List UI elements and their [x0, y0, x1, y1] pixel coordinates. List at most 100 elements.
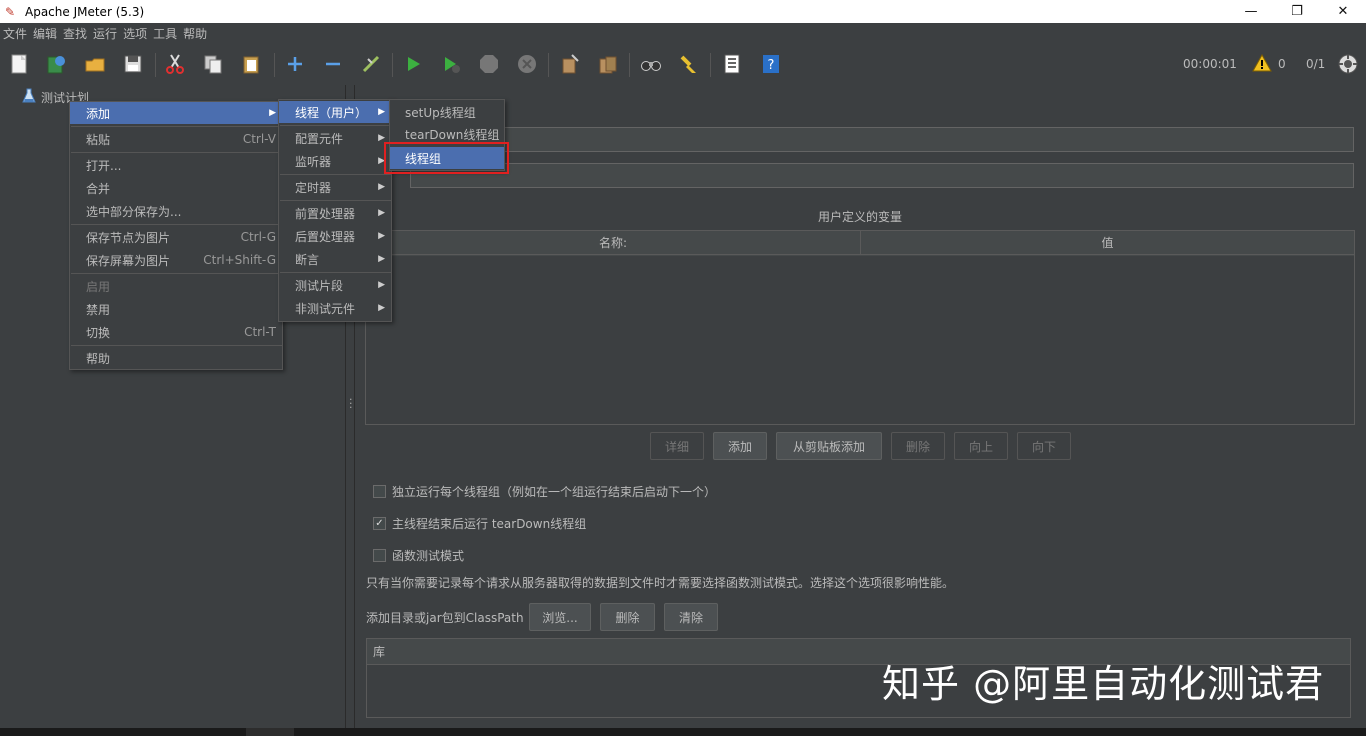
remote-status-icon[interactable]: [1337, 53, 1359, 78]
teardown-on-shutdown-option[interactable]: ✓ 主线程结束后运行 tearDown线程组: [373, 515, 586, 532]
watermark: 知乎 @阿里自动化测试君: [882, 662, 1325, 706]
taskbar-edge: [0, 728, 1366, 736]
menu-item-add[interactable]: 添加 ▶: [70, 102, 282, 124]
checkbox-checked[interactable]: ✓: [373, 517, 386, 530]
menu-help[interactable]: 帮助: [180, 23, 210, 45]
menu-item-label: 禁用: [86, 302, 111, 317]
restore-button[interactable]: ❐: [1274, 0, 1320, 23]
delete-button[interactable]: 删除: [891, 432, 945, 460]
menu-item-label: 定时器: [295, 180, 332, 195]
copy-icon[interactable]: [200, 51, 226, 77]
menu-item-label: 添加: [86, 106, 111, 121]
submenu-arrow-icon: ▶: [269, 108, 276, 118]
menu-item-label: 合并: [86, 181, 111, 196]
menu-item-test-fragment[interactable]: 测试片段 ▶: [279, 274, 391, 296]
start-no-pause-icon[interactable]: [438, 51, 464, 77]
shutdown-icon[interactable]: [514, 51, 540, 77]
menu-item-label: 前置处理器: [295, 206, 356, 221]
title-bar: ✎ Apache JMeter (5.3) — ❐ ✕: [0, 0, 1366, 23]
menu-item-merge[interactable]: 合并: [70, 177, 282, 199]
help-icon[interactable]: ?: [758, 51, 784, 77]
menu-item-save-selection-as[interactable]: 选中部分保存为...: [70, 200, 282, 222]
checkbox[interactable]: [373, 485, 386, 498]
user-vars-table[interactable]: 名称: 值: [365, 230, 1355, 425]
move-up-button[interactable]: 向上: [954, 432, 1008, 460]
new-icon[interactable]: [6, 51, 32, 77]
column-name-header[interactable]: 名称:: [366, 231, 861, 255]
submenu-arrow-icon: ▶: [378, 182, 385, 192]
comments-field[interactable]: [410, 163, 1354, 188]
warning-count: 0: [1278, 57, 1286, 71]
menu-item-label: 粘贴: [86, 132, 111, 147]
browse-button[interactable]: 浏览...: [529, 603, 591, 631]
reset-search-icon[interactable]: [676, 51, 702, 77]
menu-item-assertion[interactable]: 断言 ▶: [279, 248, 391, 270]
menu-edit[interactable]: 编辑: [30, 23, 60, 45]
menu-item-post-processor[interactable]: 后置处理器 ▶: [279, 225, 391, 247]
menu-options[interactable]: 选项: [120, 23, 150, 45]
menu-item-pre-processor[interactable]: 前置处理器 ▶: [279, 202, 391, 224]
menu-item-toggle[interactable]: 切换 Ctrl-T: [70, 321, 282, 343]
menu-item-threads[interactable]: 线程（用户） ▶: [279, 101, 391, 123]
menu-item-timer[interactable]: 定时器 ▶: [279, 176, 391, 198]
add-from-clipboard-button[interactable]: 从剪贴板添加: [776, 432, 882, 460]
menu-item-label: 打开...: [86, 158, 122, 173]
submenu-arrow-icon: ▶: [378, 231, 385, 241]
menu-item-non-test-elements[interactable]: 非测试元件 ▶: [279, 297, 391, 319]
active-threads: 0/1: [1306, 57, 1326, 71]
save-icon[interactable]: [120, 51, 146, 77]
svg-text:?: ?: [768, 58, 775, 73]
menu-item-label: 切换: [86, 325, 111, 340]
paste-icon[interactable]: [238, 51, 264, 77]
menu-item-label: 后置处理器: [295, 229, 356, 244]
collapse-icon[interactable]: [320, 51, 346, 77]
classpath-clear-button[interactable]: 清除: [664, 603, 718, 631]
menu-item-setup-thread-group[interactable]: setUp线程组: [390, 101, 504, 123]
checkbox[interactable]: [373, 549, 386, 562]
menu-item-config-element[interactable]: 配置元件 ▶: [279, 127, 391, 149]
checkbox-label: 独立运行每个线程组（例如在一个组运行结束后启动下一个）: [392, 485, 717, 499]
window-title: Apache JMeter (5.3): [25, 4, 145, 19]
functional-mode-note: 只有当你需要记录每个请求从服务器取得的数据到文件时才需要选择函数测试模式。选择这…: [366, 576, 955, 590]
expand-icon[interactable]: [282, 51, 308, 77]
menu-item-disable[interactable]: 禁用: [70, 298, 282, 320]
clear-all-icon[interactable]: [595, 51, 621, 77]
annotation-highlight: [384, 142, 509, 174]
menu-search[interactable]: 查找: [60, 23, 90, 45]
menu-item-help[interactable]: 帮助: [70, 347, 282, 369]
close-button[interactable]: ✕: [1320, 0, 1366, 23]
menu-item-label: 非测试元件: [295, 301, 356, 316]
menu-item-enable[interactable]: 启用: [70, 275, 282, 297]
shortcut-label: Ctrl+Shift-G: [203, 253, 276, 267]
clear-icon[interactable]: [556, 51, 582, 77]
menu-run[interactable]: 运行: [90, 23, 120, 45]
column-value-header[interactable]: 值: [861, 231, 1354, 255]
user-vars-body[interactable]: [366, 256, 1354, 424]
minimize-button[interactable]: —: [1228, 0, 1274, 23]
open-icon[interactable]: [82, 51, 108, 77]
cut-icon[interactable]: [162, 51, 188, 77]
menu-item-listener[interactable]: 监听器 ▶: [279, 150, 391, 172]
classpath-delete-button[interactable]: 删除: [600, 603, 655, 631]
drag-handle-icon[interactable]: · · ·: [349, 394, 353, 413]
warning-icon[interactable]: [1252, 53, 1272, 75]
search-icon[interactable]: [638, 51, 664, 77]
function-helper-icon[interactable]: [719, 51, 745, 77]
detail-button[interactable]: 详细: [650, 432, 704, 460]
add-button[interactable]: 添加: [713, 432, 767, 460]
menu-item-paste[interactable]: 粘贴 Ctrl-V: [70, 128, 282, 150]
menu-tools[interactable]: 工具: [150, 23, 180, 45]
serialize-threadgroups-option[interactable]: 独立运行每个线程组（例如在一个组运行结束后启动下一个）: [373, 483, 716, 500]
menu-item-open[interactable]: 打开...: [70, 154, 282, 176]
functional-mode-option[interactable]: 函数测试模式: [373, 547, 464, 564]
menu-file[interactable]: 文件: [0, 23, 30, 45]
menu-item-save-screen-image[interactable]: 保存屏幕为图片 Ctrl+Shift-G: [70, 249, 282, 271]
stop-icon[interactable]: [476, 51, 502, 77]
toggle-icon[interactable]: [358, 51, 384, 77]
move-down-button[interactable]: 向下: [1017, 432, 1071, 460]
elapsed-timer: 00:00:01: [1183, 57, 1237, 71]
menu-item-save-node-image[interactable]: 保存节点为图片 Ctrl-G: [70, 226, 282, 248]
name-field[interactable]: [392, 127, 1354, 152]
start-icon[interactable]: [400, 51, 426, 77]
templates-icon[interactable]: [43, 51, 69, 77]
